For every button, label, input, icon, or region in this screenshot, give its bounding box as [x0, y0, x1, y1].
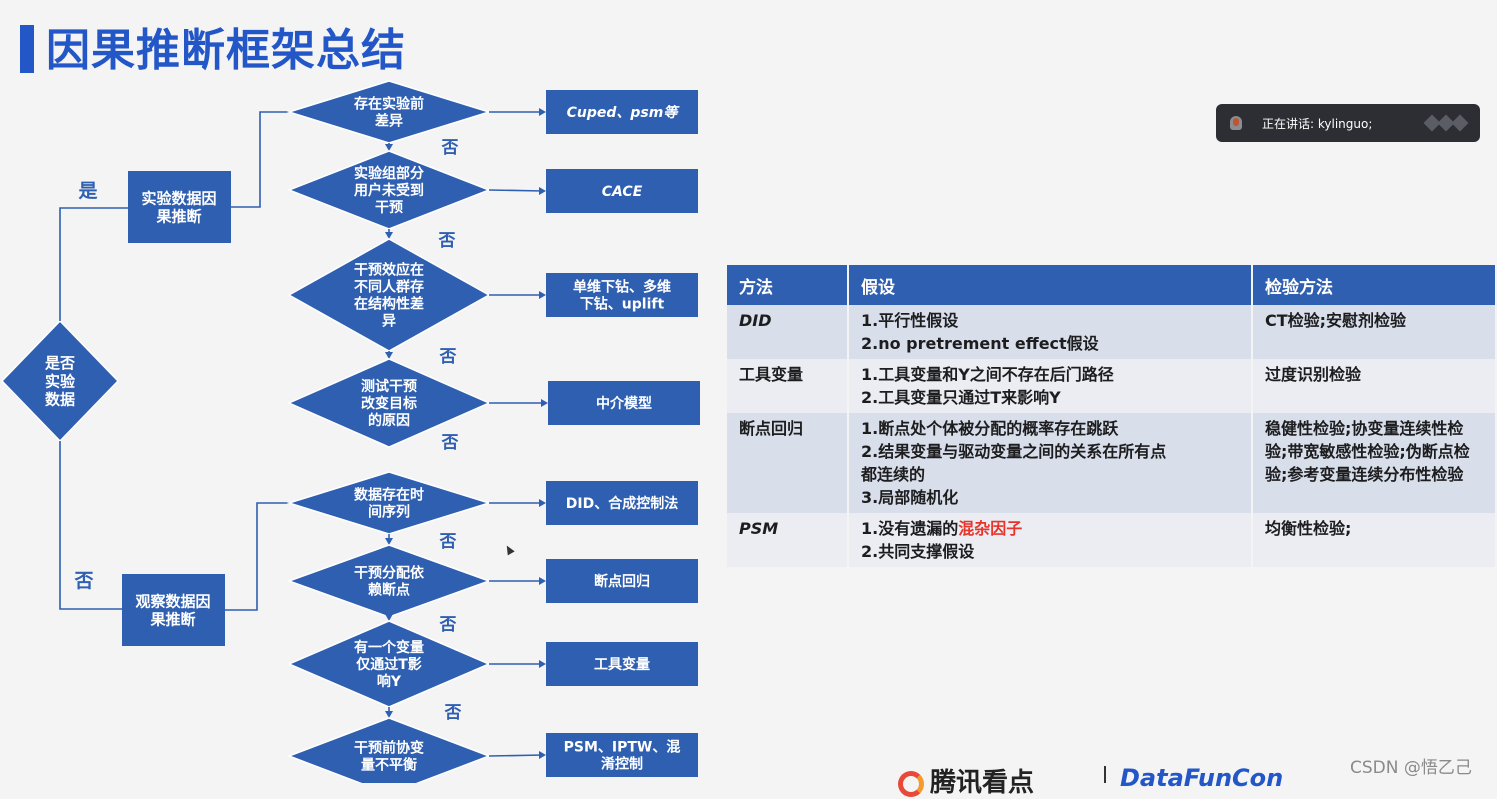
observational-to-chain-connector [225, 502, 290, 611]
arrowhead-icon [385, 614, 393, 621]
assumption-line: 都连续的 [861, 465, 926, 484]
no-label: 否 [73, 570, 93, 592]
arrowhead-icon [541, 399, 548, 407]
assumption-cell: 1.没有遗漏的混杂因子 2.共同支撑假设 [848, 513, 1253, 567]
no-branch-label: 否 [444, 703, 462, 723]
arrowhead-icon [539, 108, 546, 116]
assumption-line: 2.工具变量只通过T来影响Y [861, 388, 1061, 407]
experimental-to-chain-connector [231, 111, 290, 208]
assumption-cell: 1.工具变量和Y之间不存在后门路径 2.工具变量只通过T来影响Y [848, 359, 1253, 413]
assumption-line: 1.没有遗漏的混杂因子 [861, 517, 1239, 540]
arrowhead-icon [539, 751, 546, 759]
table-row: 工具变量 1.工具变量和Y之间不存在后门路径 2.工具变量只通过T来影响Y 过度… [727, 359, 1497, 413]
arrowhead-icon [385, 144, 393, 151]
assumption-line: 2.no pretrement effect假设 [861, 334, 1099, 353]
assumption-cell: 1.断点处个体被分配的概率存在跳跃 2.结果变量与驱动变量之间的关系在所有点 都… [848, 413, 1253, 513]
arrowhead-icon [385, 538, 393, 545]
method-label: DID、合成控制法 [566, 495, 678, 512]
assumption-cell: 1.平行性假设 2.no pretrement effect假设 [848, 305, 1253, 359]
microphone-icon [1230, 116, 1242, 130]
no-branch-label: 否 [439, 615, 457, 635]
decision-label: 测试干预改变目标的原因 [361, 378, 417, 429]
no-branch-label: 否 [441, 138, 459, 158]
method-label: CACE [602, 184, 643, 200]
table-row: 断点回归 1.断点处个体被分配的概率存在跳跃 2.结果变量与驱动变量之间的关系在… [727, 413, 1497, 513]
arrowhead-icon [539, 577, 546, 585]
datafun-logo: DataFunCon [1120, 764, 1284, 792]
header-assumption: 假设 [848, 265, 1253, 305]
csdn-watermark: CSDN @悟乙己 [1350, 758, 1472, 778]
test-cell: 过度识别检验 [1252, 359, 1497, 413]
yes-branch-connector [59, 207, 128, 321]
method-cell: DID [727, 305, 849, 359]
no-branch-label: 否 [439, 347, 457, 367]
no-branch-label: 否 [439, 532, 457, 552]
assumption-line: 3.局部随机化 [861, 488, 959, 507]
speaking-text: 正在讲话: kylinguo; [1262, 116, 1373, 131]
arrowhead-icon [539, 499, 546, 507]
method-cell: PSM [727, 513, 849, 567]
speaker-avatars-icon [1423, 114, 1469, 132]
yes-label: 是 [78, 180, 97, 202]
tencent-logo-icon [898, 770, 924, 797]
to-method-connector [488, 189, 545, 192]
method-cell: 工具变量 [727, 359, 849, 413]
footer-divider [1104, 766, 1106, 783]
assumption-line: 1.平行性假设 [861, 311, 959, 330]
table-row: PSM 1.没有遗漏的混杂因子 2.共同支撑假设 均衡性检验; [727, 513, 1497, 567]
assumption-line: 1.断点处个体被分配的概率存在跳跃 [861, 419, 1119, 438]
arrowhead-icon [539, 660, 546, 668]
method-label: 断点回归 [594, 573, 650, 590]
arrowhead-icon [539, 187, 546, 195]
table-row: DID 1.平行性假设 2.no pretrement effect假设 CT检… [727, 305, 1497, 359]
test-cell: 稳健性检验;协变量连续性检验;带宽敏感性检验;伪断点检验;参考变量连续分布性检验 [1252, 413, 1497, 513]
method-label: 中介模型 [596, 395, 652, 412]
arrowhead-icon [539, 291, 546, 299]
method-label: Cuped、psm等 [567, 104, 681, 121]
test-cell: 均衡性检验; [1252, 513, 1497, 567]
speaking-indicator: 正在讲话: kylinguo; [1216, 104, 1480, 142]
assumption-line: 2.共同支撑假设 [861, 542, 975, 561]
tencent-logo: 腾讯看点 [898, 762, 1034, 799]
no-branch-label: 否 [441, 433, 459, 453]
root-decision-label: 是否实验数据 [44, 354, 76, 409]
no-branch-label: 否 [438, 231, 456, 251]
arrowhead-icon [385, 232, 393, 239]
method-cell: 断点回归 [727, 413, 849, 513]
assumption-prefix: 1.没有遗漏的 [861, 519, 959, 538]
to-method-connector [488, 754, 545, 757]
test-cell: CT检验;安慰剂检验 [1252, 305, 1497, 359]
assumption-line: 1.工具变量和Y之间不存在后门路径 [861, 365, 1114, 384]
header-test: 检验方法 [1252, 265, 1497, 305]
method-label: 工具变量 [594, 656, 650, 673]
causal-flowchart: 是否实验数据是否实验数据因果推断观察数据因果推断存在实验前差异Cuped、psm… [0, 80, 700, 783]
tencent-logo-text: 腾讯看点 [930, 768, 1035, 798]
arrowhead-icon [385, 711, 393, 718]
assumption-line: 2.结果变量与驱动变量之间的关系在所有点 [861, 442, 1167, 461]
method-comparison-table: 方法 假设 检验方法 DID 1.平行性假设 2.no pretrement e… [727, 265, 1497, 567]
highlight-confounder: 混杂因子 [958, 519, 1023, 538]
arrowhead-icon [385, 352, 393, 359]
header-method: 方法 [727, 265, 849, 305]
